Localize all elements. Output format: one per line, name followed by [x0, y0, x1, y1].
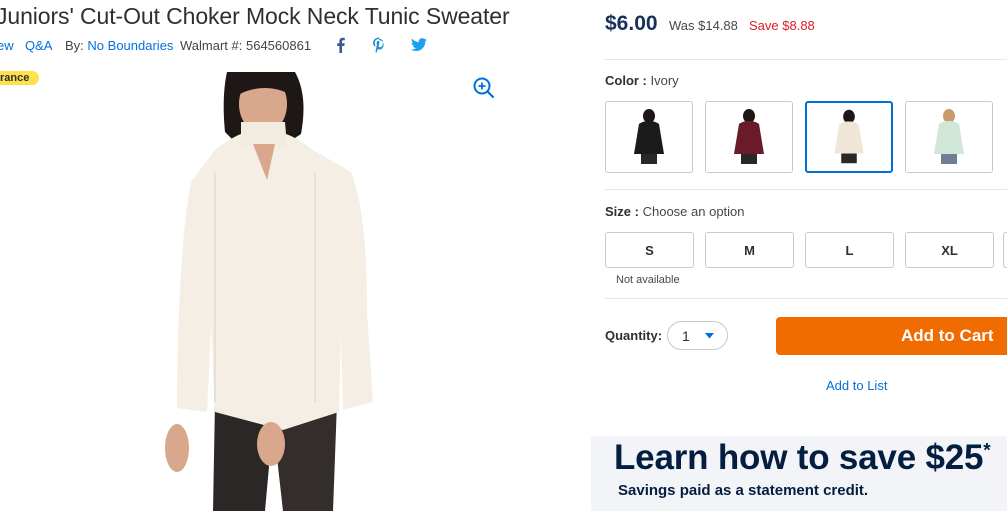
divider	[605, 59, 1007, 60]
color-swatch-burgundy[interactable]	[705, 101, 793, 173]
size-option-xl[interactable]: XL	[905, 232, 994, 268]
quantity-label: Quantity:	[605, 328, 663, 343]
size-label: Size : Choose an option	[605, 204, 745, 219]
brand-link[interactable]: No Boundaries	[87, 38, 173, 53]
size-option-l[interactable]: L	[805, 232, 894, 268]
by-label: By:	[65, 38, 84, 53]
qa-link[interactable]: Q&A	[25, 38, 52, 53]
color-label: Color : Ivory	[605, 73, 679, 88]
product-image	[165, 72, 373, 511]
promo-subline: Savings paid as a statement credit.	[618, 482, 869, 499]
promo-headline: Learn how to save $25*	[614, 438, 991, 477]
color-swatch-black[interactable]	[605, 101, 693, 173]
current-price: $6.00	[605, 12, 658, 35]
pinterest-icon[interactable]	[370, 36, 388, 54]
promo-banner[interactable]: Learn how to save $25* Savings paid as a…	[591, 436, 1007, 511]
color-swatch-mint[interactable]	[905, 101, 993, 173]
zoom-in-icon[interactable]	[471, 75, 497, 101]
twitter-icon[interactable]	[410, 36, 428, 54]
chevron-down-icon	[705, 333, 714, 339]
was-price: Was $14.88	[669, 18, 738, 33]
brand-line: By: No Boundaries	[65, 38, 173, 53]
savings-amount: Save $8.88	[749, 18, 815, 33]
facebook-icon[interactable]	[332, 36, 350, 54]
color-swatch-ivory[interactable]	[805, 101, 893, 173]
size-option-m[interactable]: M	[705, 232, 794, 268]
add-to-list-link[interactable]: Add to List	[826, 378, 887, 393]
add-to-cart-button[interactable]: Add to Cart	[776, 317, 1007, 355]
product-title: Juniors' Cut-Out Choker Mock Neck Tunic …	[0, 3, 510, 29]
quantity-select[interactable]: 1	[667, 321, 728, 350]
size-unavailable-note: Not available	[616, 274, 680, 286]
size-option-s[interactable]: S	[605, 232, 694, 268]
divider	[605, 298, 1007, 299]
divider	[605, 189, 1007, 190]
quantity-value: 1	[682, 328, 690, 344]
clearance-badge: rance	[0, 71, 40, 85]
reviews-link[interactable]: ew	[0, 38, 14, 53]
size-option-overflow[interactable]	[1003, 232, 1007, 268]
walmart-number: Walmart #: 564560861	[180, 38, 312, 53]
